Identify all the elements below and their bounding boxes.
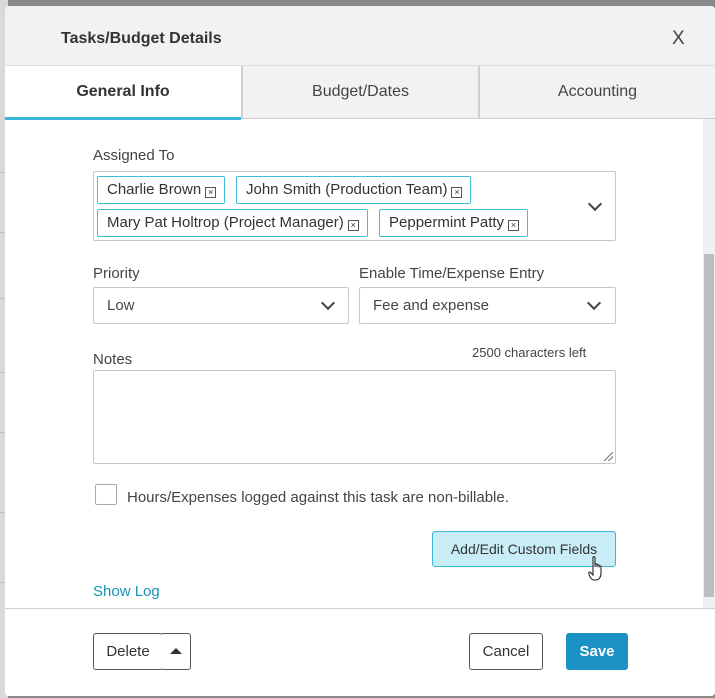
assignee-chip: Mary Pat Holtrop (Project Manager) × (97, 209, 368, 237)
time-expense-label: Enable Time/Expense Entry (359, 265, 545, 282)
assignee-chip-label: Charlie Brown (107, 181, 202, 198)
notes-label: Notes (93, 351, 133, 368)
tab-bar: General Info Budget/Dates Accounting (5, 65, 715, 120)
chevron-down-icon[interactable] (587, 196, 603, 212)
chevron-down-icon (320, 295, 336, 311)
assignee-chip-label: John Smith (Production Team) (246, 181, 448, 198)
priority-label: Priority (93, 265, 140, 282)
caret-up-icon (170, 648, 182, 654)
dialog-title: Tasks/Budget Details (61, 30, 222, 47)
tab-accounting[interactable]: Accounting (478, 66, 715, 119)
remove-chip-icon[interactable]: × (205, 187, 217, 198)
assigned-to-multiselect[interactable]: Charlie Brown × John Smith (Production Te… (93, 171, 616, 241)
tab-budget-dates[interactable]: Budget/Dates (241, 66, 478, 119)
hand-pointer-icon (588, 556, 602, 581)
assignee-chip: John Smith (Production Team) × (236, 176, 472, 204)
cancel-button[interactable]: Cancel (469, 633, 543, 670)
assignee-chip: Peppermint Patty × (379, 209, 529, 237)
priority-select[interactable]: Low (93, 287, 349, 324)
assigned-to-label: Assigned To (93, 147, 175, 164)
delete-button[interactable]: Delete (93, 633, 163, 670)
save-button[interactable]: Save (566, 633, 628, 670)
delete-options-button[interactable] (162, 633, 191, 670)
close-button[interactable]: X (672, 28, 685, 50)
notes-character-counter: 2500 characters left (472, 345, 587, 360)
remove-chip-icon[interactable]: × (451, 187, 463, 198)
priority-value: Low (107, 297, 135, 314)
non-billable-checkbox[interactable] (95, 484, 117, 505)
remove-chip-icon[interactable]: × (508, 220, 520, 231)
time-expense-select[interactable]: Fee and expense (359, 287, 616, 324)
general-info-panel: Assigned To Charlie Brown × John Smith (P… (5, 119, 715, 609)
time-expense-value: Fee and expense (373, 297, 489, 314)
assignee-chip: Charlie Brown × (97, 176, 226, 204)
non-billable-label: Hours/Expenses logged against this task … (127, 489, 509, 506)
task-budget-dialog: Tasks/Budget Details X General Info Budg… (5, 6, 715, 696)
chevron-down-icon (586, 295, 602, 311)
scrollbar-thumb[interactable] (704, 254, 714, 597)
assignee-chip-label: Peppermint Patty (389, 214, 505, 231)
resize-handle-icon[interactable] (604, 452, 613, 461)
show-log-link[interactable]: Show Log (93, 583, 160, 600)
remove-chip-icon[interactable]: × (347, 220, 359, 231)
dialog-header: Tasks/Budget Details X (5, 6, 715, 65)
assignee-chip-label: Mary Pat Holtrop (Project Manager) (107, 214, 344, 231)
notes-textarea[interactable] (93, 370, 616, 464)
dialog-footer: Delete Cancel Save (5, 608, 715, 696)
tab-general-info[interactable]: General Info (5, 66, 241, 120)
